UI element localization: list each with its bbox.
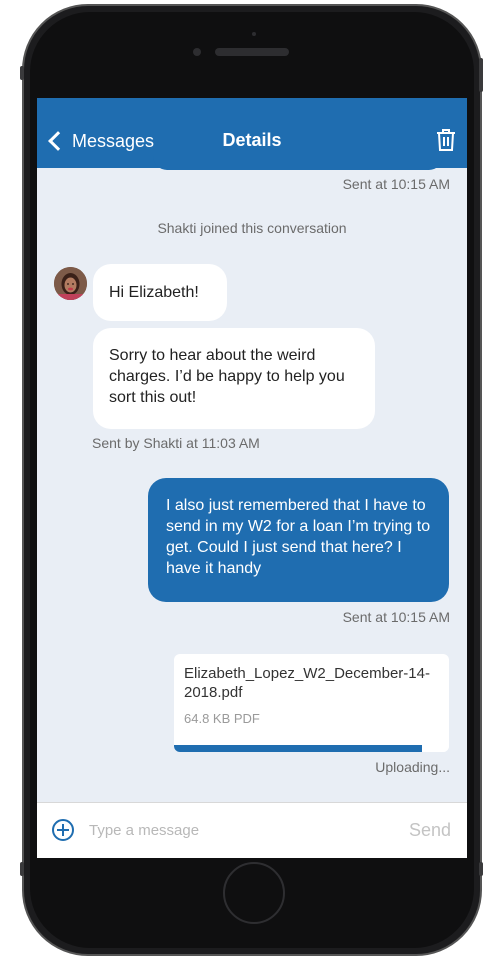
earpiece-speaker (215, 48, 289, 56)
incoming-message-text: Hi Elizabeth! (109, 284, 199, 301)
upload-status: Uploading... (375, 759, 450, 775)
incoming-message-bubble: Sorry to hear about the weird charges. I… (93, 328, 375, 429)
avatar (54, 267, 87, 300)
system-notice: Shakti joined this conversation (157, 220, 347, 236)
attachment-card[interactable]: Elizabeth_Lopez_W2_December-14-2018.pdf … (174, 654, 449, 752)
agent-avatar-image (54, 267, 87, 300)
message-input[interactable] (89, 817, 379, 843)
front-camera (193, 48, 201, 56)
trash-icon[interactable] (435, 128, 457, 152)
chat-screen: Messages Details Sent at 10:15 AM Shakti… (37, 98, 467, 858)
attachment-file-info: 64.8 KB PDF (184, 711, 260, 726)
side-button-lower (479, 862, 483, 876)
incoming-message-bubble: Hi Elizabeth! (93, 264, 227, 321)
volume-button (20, 862, 24, 876)
power-button (479, 58, 483, 92)
previous-message-bubble (153, 156, 443, 170)
outgoing-message-status: Sent at 10:15 AM (342, 609, 450, 625)
attachment-file-name: Elizabeth_Lopez_W2_December-14-2018.pdf (184, 665, 430, 701)
proximity-sensor (252, 32, 256, 36)
incoming-message-status: Sent by Shakti at 11:03 AM (92, 435, 260, 451)
home-button[interactable] (223, 862, 285, 924)
message-composer: Send (37, 802, 467, 858)
previous-message-status: Sent at 10:15 AM (342, 176, 450, 192)
page-title: Details (222, 130, 282, 150)
outgoing-message-bubble: I also just remembered that I have to se… (148, 478, 449, 602)
mute-switch (20, 66, 24, 80)
upload-progress-fill (174, 745, 422, 752)
upload-progress-bar (174, 745, 449, 752)
outgoing-message-text: I also just remembered that I have to se… (166, 497, 431, 577)
send-button[interactable]: Send (409, 820, 451, 841)
incoming-message-text: Sorry to hear about the weird charges. I… (109, 347, 345, 406)
plus-circle-icon[interactable] (52, 819, 74, 841)
